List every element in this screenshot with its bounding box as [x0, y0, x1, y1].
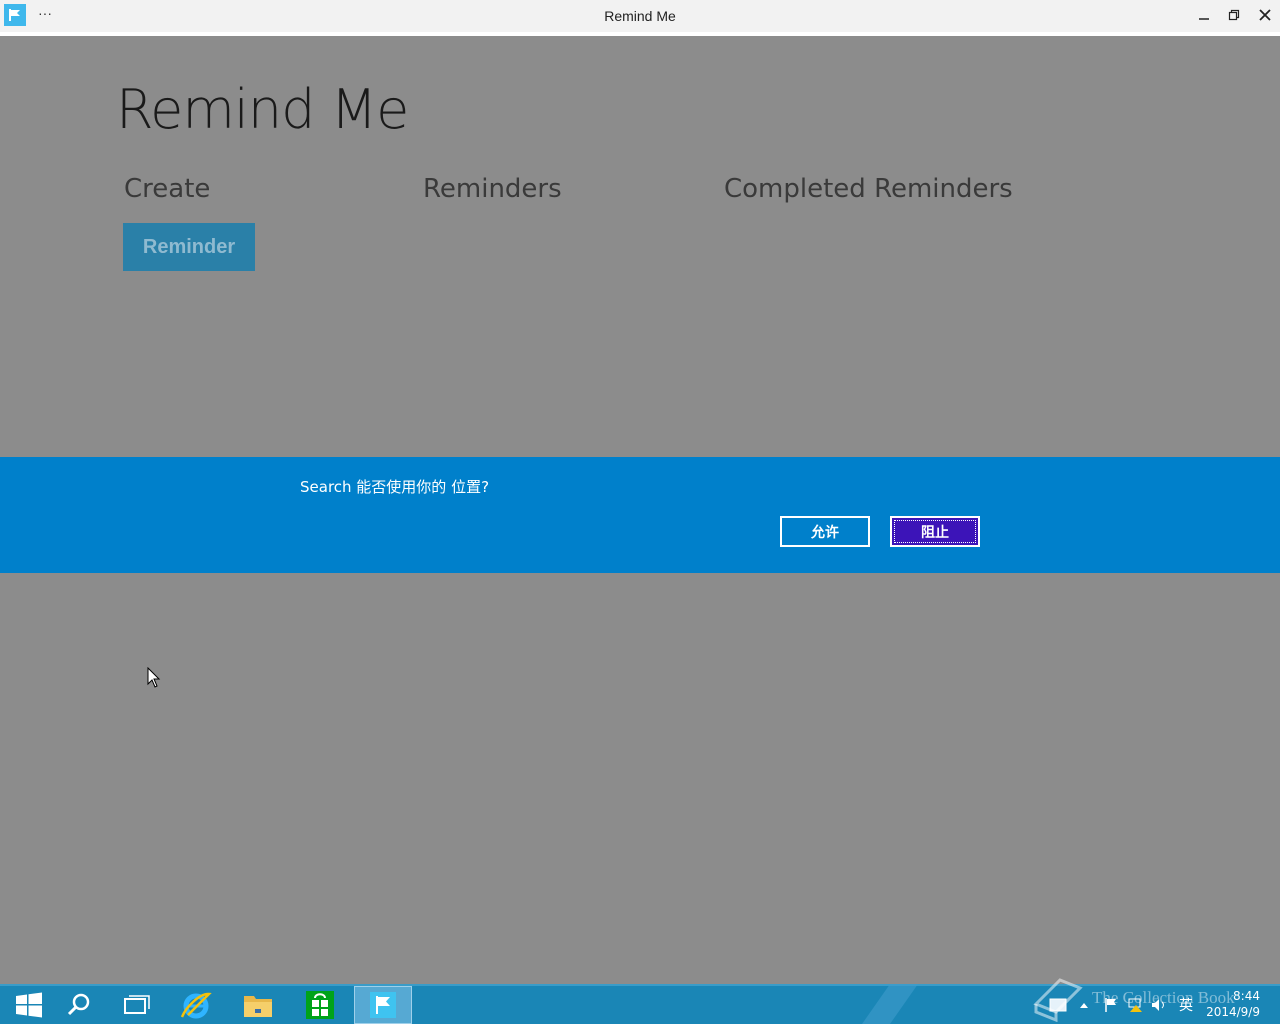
watermark-text: The Collection Book [1092, 988, 1235, 1007]
close-icon [1259, 9, 1271, 21]
file-explorer-icon [244, 996, 272, 1017]
title-bar-divider [0, 32, 1280, 36]
page-title: Remind Me [116, 78, 409, 141]
close-button[interactable] [1249, 0, 1280, 30]
more-options-button[interactable]: ··· [36, 2, 54, 28]
task-view-icon [124, 995, 150, 1014]
taskbar-internet-explorer[interactable] [167, 986, 225, 1024]
start-icon [16, 992, 42, 1018]
book-watermark-icon [1033, 978, 1083, 1022]
app-flag-icon[interactable] [4, 4, 26, 26]
store-icon [306, 991, 334, 1019]
restore-button[interactable] [1218, 0, 1250, 30]
restore-icon [1228, 9, 1240, 21]
title-bar: ··· Remind Me [0, 0, 1280, 32]
taskbar-decoration [862, 984, 918, 1024]
task-view-button[interactable] [108, 986, 166, 1024]
taskbar-remind-me[interactable] [354, 986, 412, 1024]
search-icon [67, 993, 90, 1016]
minimize-icon [1199, 18, 1209, 20]
create-reminder-button[interactable]: Reminder [123, 223, 255, 271]
taskbar-file-explorer[interactable] [229, 986, 287, 1024]
section-reminders-heading: Reminders [423, 174, 562, 204]
minimize-button[interactable] [1188, 0, 1220, 30]
window-title: Remind Me [604, 8, 676, 24]
mouse-cursor-icon [147, 667, 161, 688]
permission-message: Search 能否使用你的 位置? [300, 478, 490, 496]
section-completed-heading: Completed Reminders [724, 174, 1013, 204]
taskbar-store[interactable] [291, 986, 349, 1024]
allow-button[interactable]: 允许 [780, 516, 870, 547]
taskbar-search-button[interactable] [50, 986, 108, 1024]
internet-explorer-icon [180, 992, 212, 1019]
location-permission-banner: Search 能否使用你的 位置? 允许 阻止 [0, 457, 1280, 573]
taskbar: 英 8:44 2014/9/9 [0, 984, 1280, 1024]
block-button[interactable]: 阻止 [890, 516, 980, 547]
section-create-heading: Create [124, 174, 211, 204]
remind-me-icon [370, 992, 396, 1018]
